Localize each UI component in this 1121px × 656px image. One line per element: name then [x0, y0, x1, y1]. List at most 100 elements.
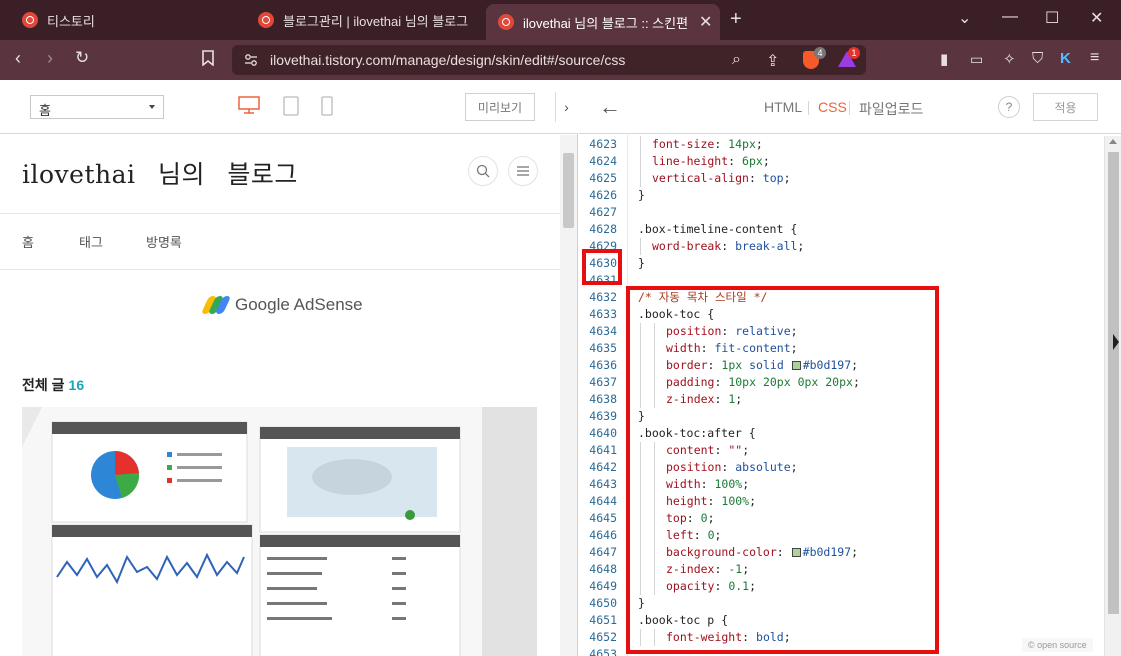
divider [0, 213, 560, 214]
line-number: 4626 [589, 188, 617, 202]
window-close-icon[interactable]: ✕ [1090, 8, 1103, 28]
brave-shields-badge: 4 [814, 47, 826, 59]
line-number: 4651 [589, 613, 617, 627]
back-arrow-icon[interactable]: ← [599, 94, 621, 120]
editor-scrollbar-thumb[interactable] [1108, 152, 1119, 614]
code-line[interactable]: 4626} [579, 187, 1089, 204]
code-text: } [638, 255, 645, 272]
help-icon[interactable]: ? [998, 96, 1020, 118]
code-token: ; [797, 239, 805, 253]
indent-guide [640, 136, 641, 153]
address-bar[interactable]: ilovethai.tistory.com/manage/design/skin… [232, 45, 866, 75]
site-settings-icon[interactable] [244, 53, 258, 67]
sidebar-toggle-icon[interactable]: ▮ [940, 50, 948, 68]
mobile-view-icon[interactable] [321, 96, 333, 119]
indent-guide [640, 170, 641, 187]
vpn-shield-icon[interactable]: ⛉ [1032, 50, 1043, 67]
close-tab-icon[interactable]: ✕ [699, 12, 712, 32]
analytics-photo-image [22, 407, 537, 656]
preview-scrollbar[interactable] [560, 135, 577, 656]
page-select-value: 홈 [39, 103, 51, 118]
line-number: 4649 [589, 579, 617, 593]
line-number: 4643 [589, 477, 617, 491]
preview-button[interactable]: 미리보기 [465, 93, 535, 121]
back-icon[interactable]: ‹ [15, 48, 21, 69]
scroll-up-icon[interactable] [1109, 139, 1117, 144]
reload-icon[interactable]: ↻ [75, 48, 89, 68]
tab-skin-editor[interactable]: ilovethai 님의 블로그 :: 스킨편 ✕ [486, 4, 720, 40]
forward-icon[interactable]: › [47, 48, 53, 69]
tab-tistory[interactable]: 티스토리 [22, 5, 232, 35]
all-posts-count: 16 [68, 377, 85, 393]
zoom-search-icon[interactable]: ⌕ [732, 51, 741, 69]
code-token: top [762, 171, 784, 185]
collapse-pane-icon[interactable]: › [555, 92, 577, 122]
line-number: 4652 [589, 630, 617, 644]
search-icon[interactable] [468, 156, 498, 186]
menu-home[interactable]: 홈 [22, 232, 34, 251]
line-number: 4642 [589, 460, 617, 474]
code-token: break-all [735, 239, 798, 253]
leo-ai-icon[interactable]: ✧ [1003, 50, 1016, 68]
maximize-icon[interactable]: ☐ [1045, 8, 1059, 28]
browser-nav-bar: ‹ › ↻ ilovethai.tistory.com/manage/desig… [0, 40, 1121, 80]
code-line[interactable]: 4624 line-height: 6px; [579, 153, 1089, 170]
tab-html[interactable]: HTML [764, 99, 802, 115]
code-line[interactable]: 4628 .box-timeline-content { [579, 221, 1089, 238]
preview-scrollbar-thumb[interactable] [563, 153, 574, 228]
line-number: 4625 [589, 171, 617, 185]
menu-guestbook[interactable]: 방명록 [146, 232, 182, 251]
menu-icon[interactable]: ≡ [1090, 49, 1099, 67]
line-number: 4623 [589, 137, 617, 151]
line-number: 4632 [589, 290, 617, 304]
open-source-label[interactable]: © open source [1022, 638, 1093, 652]
line-number: 4628 [589, 222, 617, 236]
tab-label: ilovethai 님의 블로그 :: 스킨편 [523, 15, 689, 31]
apply-button[interactable]: 적용 [1033, 93, 1098, 121]
code-line[interactable]: 4625 vertical-align: top; [579, 170, 1089, 187]
share-icon[interactable]: ⇪ [766, 51, 779, 71]
new-tab-icon[interactable]: + [730, 8, 742, 31]
mouse-cursor-icon [1113, 334, 1119, 350]
page-select[interactable]: 홈 [30, 95, 164, 119]
tablet-view-icon[interactable] [283, 96, 299, 119]
hamburger-menu-icon[interactable] [508, 156, 538, 186]
blog-preview: ilovethai 님의 블로그 홈 태그 방명록 Google AdSense… [0, 135, 560, 656]
code-line[interactable]: 4630} [579, 255, 1089, 272]
code-text: line-height: 6px; [652, 153, 770, 170]
post-thumbnail[interactable] [22, 407, 537, 656]
line-number: 4637 [589, 375, 617, 389]
tab-css[interactable]: CSS [818, 99, 847, 115]
browser-tab-bar: 티스토리 블로그관리 | ilovethai 님의 블로그 ilovethai … [0, 0, 1121, 40]
extension-k-icon[interactable]: K [1060, 50, 1071, 67]
desktop-view-icon[interactable] [238, 96, 260, 117]
line-number: 4627 [589, 205, 617, 219]
bookmark-icon[interactable] [202, 50, 214, 70]
editor-toolbar: ← HTML CSS 파일업로드 ? 적용 [579, 80, 1121, 134]
code-line[interactable]: 4627 [579, 204, 1089, 221]
code-line[interactable]: 4623 font-size: 14px; [579, 136, 1089, 153]
line-number: 4650 [589, 596, 617, 610]
tab-file-upload[interactable]: 파일업로드 [859, 99, 923, 119]
wallet-icon[interactable]: ▭ [970, 51, 983, 68]
adsense-banner: Google AdSense [200, 295, 363, 315]
menu-tag[interactable]: 태그 [79, 232, 103, 251]
tistory-favicon-icon [498, 14, 514, 30]
code-line[interactable]: 4629 word-break: break-all; [579, 238, 1089, 255]
tab-label: 티스토리 [47, 13, 95, 29]
minimize-icon[interactable]: — [1002, 8, 1018, 26]
code-token: : [721, 239, 736, 253]
blog-title[interactable]: ilovethai 님의 블로그 [22, 155, 298, 191]
editor-scrollbar[interactable] [1104, 136, 1121, 656]
tab-search-chevron-icon[interactable]: ⌄ [958, 8, 971, 28]
line-number: 4638 [589, 392, 617, 406]
tab-blog-admin[interactable]: 블로그관리 | ilovethai 님의 블로그 [258, 5, 478, 35]
all-posts-label: 전체 글 [22, 377, 65, 393]
line-number: 4644 [589, 494, 617, 508]
line-number: 4641 [589, 443, 617, 457]
all-posts-heading[interactable]: 전체 글 16 [22, 375, 84, 395]
tab-separator [849, 101, 850, 115]
code-token: ; [755, 137, 763, 151]
code-token: { [790, 222, 798, 236]
tab-label: 블로그관리 | ilovethai 님의 블로그 [283, 13, 468, 29]
